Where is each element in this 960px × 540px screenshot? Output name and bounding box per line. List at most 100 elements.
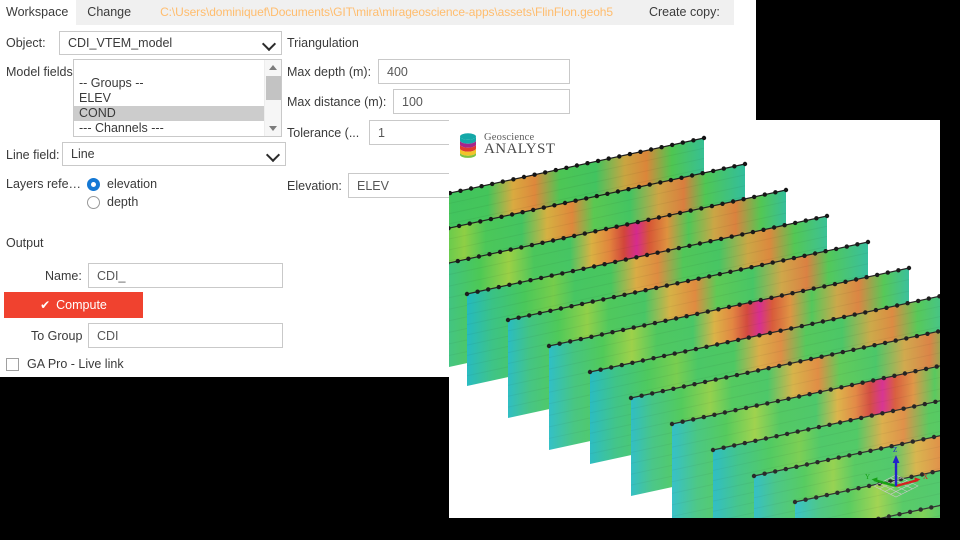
tolerance-value: 1: [378, 125, 385, 140]
station-marker: [520, 210, 525, 215]
station-marker: [516, 315, 521, 320]
station-marker: [790, 291, 795, 296]
station-marker: [710, 447, 716, 453]
station-marker: [804, 462, 810, 467]
station-marker: [865, 239, 871, 245]
station-marker: [806, 427, 811, 432]
station-marker: [740, 232, 745, 237]
station-marker: [643, 288, 648, 293]
max-distance-input[interactable]: 100: [393, 89, 570, 114]
station-marker: [676, 245, 681, 251]
station-marker: [672, 351, 677, 356]
station-marker: [743, 405, 749, 411]
station-marker: [811, 286, 816, 291]
model-field-item[interactable]: COND: [74, 106, 264, 121]
compute-button[interactable]: ✔ Compute: [4, 292, 143, 318]
station-marker: [622, 292, 627, 297]
caret-up-icon[interactable]: [265, 60, 282, 75]
station-marker: [644, 252, 650, 258]
ga-pro-live-link-checkbox[interactable]: GA Pro - Live link: [6, 357, 124, 371]
change-workspace-button[interactable]: Change: [76, 0, 143, 25]
station-marker: [820, 319, 826, 324]
station-marker: [683, 349, 688, 354]
station-marker: [837, 420, 843, 425]
station-marker: [791, 255, 797, 261]
radio-depth[interactable]: depth: [87, 195, 138, 209]
station-marker: [572, 233, 577, 239]
station-marker: [528, 278, 533, 283]
station-marker: [905, 301, 910, 306]
scrollbar-thumb[interactable]: [266, 76, 281, 100]
station-marker: [648, 147, 654, 152]
station-marker: [595, 158, 601, 164]
station-marker: [564, 165, 569, 170]
station-marker: [872, 343, 877, 348]
station-marker: [884, 305, 889, 310]
station-marker: [654, 285, 659, 291]
station-marker: [818, 389, 823, 395]
station-marker: [840, 349, 845, 355]
max-depth-input[interactable]: 400: [378, 59, 570, 84]
station-marker: [759, 262, 765, 268]
object-select[interactable]: CDI_VTEM_model: [59, 31, 282, 55]
station-marker: [907, 509, 913, 515]
station-marker: [855, 242, 860, 247]
station-marker: [684, 314, 689, 319]
station-marker: [754, 403, 759, 408]
station-marker: [500, 179, 505, 184]
station-marker: [490, 181, 495, 187]
station-marker: [619, 362, 624, 368]
model-field-item[interactable]: [74, 61, 264, 76]
station-marker: [529, 242, 535, 248]
station-marker: [926, 296, 931, 301]
station-marker: [796, 394, 802, 399]
line-field-select[interactable]: Line: [62, 142, 286, 166]
model-field-item[interactable]: --- Channels ---: [74, 121, 264, 136]
station-marker: [620, 327, 626, 333]
radio-elevation[interactable]: elevation: [87, 177, 157, 191]
model-fields-list[interactable]: -- Groups -- ELEV COND --- Channels ---: [74, 60, 264, 136]
station-marker: [605, 191, 610, 196]
station-marker: [584, 196, 589, 201]
to-group-input[interactable]: CDI: [88, 323, 283, 348]
model-field-item[interactable]: ELEV: [74, 91, 264, 106]
station-marker: [602, 262, 607, 267]
station-marker: [902, 371, 908, 376]
station-marker: [691, 417, 696, 422]
elevation-value: ELEV: [357, 178, 389, 193]
station-marker: [601, 297, 606, 302]
station-marker: [714, 342, 720, 347]
station-marker: [627, 151, 633, 157]
object-select-value: CDI_VTEM_model: [68, 36, 173, 50]
station-marker: [901, 406, 906, 411]
station-marker: [771, 225, 777, 230]
station-marker: [851, 347, 856, 352]
station-marker: [466, 256, 471, 261]
station-marker: [897, 512, 902, 517]
station-marker: [798, 359, 803, 364]
3d-viewport[interactable]: Geoscience ANALYST X Y Z: [449, 120, 940, 518]
station-marker: [639, 393, 644, 398]
station-marker: [610, 330, 615, 335]
station-marker: [716, 307, 721, 312]
station-marker: [697, 241, 703, 246]
workspace-path-text: C:\Users\dominiquef\Documents\GIT\mira\m…: [142, 0, 621, 25]
create-copy-label[interactable]: Create copy:: [620, 0, 734, 25]
station-marker: [831, 317, 836, 322]
caret-down-icon[interactable]: [265, 121, 282, 136]
station-marker: [843, 279, 848, 284]
station-marker: [773, 190, 778, 195]
model-field-item[interactable]: -- Groups --: [74, 76, 264, 91]
station-marker: [825, 457, 831, 463]
station-marker: [475, 289, 480, 294]
app-window: Workspace Change C:\Users\dominiquef\Doc…: [0, 0, 960, 540]
station-marker: [914, 333, 920, 339]
model-fields-listbox[interactable]: -- Groups -- ELEV COND --- Channels ---: [73, 59, 282, 137]
station-marker: [762, 471, 767, 476]
station-marker: [708, 239, 713, 244]
model-fields-scrollbar[interactable]: [264, 60, 281, 136]
station-marker: [844, 244, 849, 249]
output-name-input[interactable]: CDI_: [88, 263, 283, 288]
station-marker: [845, 488, 851, 493]
station-marker: [550, 238, 556, 243]
